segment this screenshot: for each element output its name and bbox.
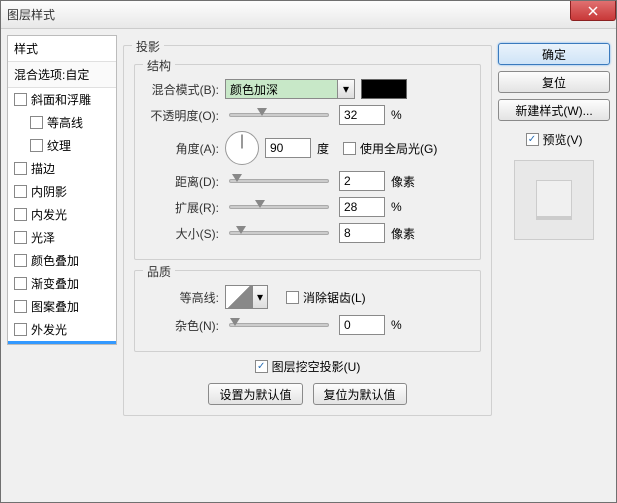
blend-mode-value: 颜色加深	[230, 81, 278, 98]
layer-style-dialog: 图层样式 样式 混合选项:自定 斜面和浮雕等高线纹理描边内阴影内发光光泽颜色叠加…	[0, 0, 617, 503]
opacity-label: 不透明度(O):	[145, 107, 219, 124]
style-item-label: 投影	[31, 344, 55, 345]
style-item-label: 内阴影	[31, 183, 67, 200]
style-item-checkbox[interactable]	[14, 231, 27, 244]
blend-mode-label: 混合模式(B):	[145, 81, 219, 98]
style-item-label: 光泽	[31, 229, 55, 246]
style-item-checkbox[interactable]	[30, 139, 43, 152]
opacity-unit: %	[391, 108, 421, 122]
spread-unit: %	[391, 200, 421, 214]
style-item-checkbox[interactable]	[14, 185, 27, 198]
distance-unit: 像素	[391, 173, 421, 190]
style-item-checkbox[interactable]	[14, 93, 27, 106]
preview-thumbnail	[514, 160, 594, 240]
reset-default-button[interactable]: 复位为默认值	[313, 383, 407, 405]
structure-legend: 结构	[143, 57, 175, 74]
noise-unit: %	[391, 318, 421, 332]
style-item-label: 图案叠加	[31, 298, 79, 315]
style-item-label: 斜面和浮雕	[31, 91, 91, 108]
style-item-11[interactable]: 投影	[8, 341, 116, 345]
style-item-checkbox[interactable]	[14, 300, 27, 313]
global-light-label: 使用全局光(G)	[360, 140, 437, 157]
style-item-label: 内发光	[31, 206, 67, 223]
style-item-label: 颜色叠加	[31, 252, 79, 269]
style-item-label: 纹理	[47, 137, 71, 154]
style-item-checkbox[interactable]	[14, 277, 27, 290]
window-title: 图层样式	[7, 6, 55, 23]
style-item-checkbox[interactable]	[14, 208, 27, 221]
quality-legend: 品质	[143, 263, 175, 280]
style-item-1[interactable]: 等高线	[8, 111, 116, 134]
style-item-checkbox[interactable]	[14, 323, 27, 336]
style-item-10[interactable]: 外发光	[8, 318, 116, 341]
blending-options-item[interactable]: 混合选项:自定	[8, 62, 116, 88]
new-style-button[interactable]: 新建样式(W)...	[498, 99, 610, 121]
distance-input[interactable]: 2	[339, 171, 385, 191]
style-list: 样式 混合选项:自定 斜面和浮雕等高线纹理描边内阴影内发光光泽颜色叠加渐变叠加图…	[7, 35, 117, 345]
quality-group: 品质 等高线: ▾ 消除锯齿(L) 杂色(N):	[134, 270, 481, 352]
spread-input[interactable]: 28	[339, 197, 385, 217]
distance-slider[interactable]	[229, 179, 329, 183]
contour-picker[interactable]	[225, 285, 253, 309]
chevron-down-icon: ▾	[337, 80, 354, 98]
style-item-label: 渐变叠加	[31, 275, 79, 292]
opacity-slider[interactable]	[229, 113, 329, 117]
chevron-down-icon[interactable]: ▾	[253, 285, 268, 309]
style-item-6[interactable]: 光泽	[8, 226, 116, 249]
style-item-0[interactable]: 斜面和浮雕	[8, 88, 116, 111]
titlebar: 图层样式	[1, 1, 616, 29]
knockout-label: 图层挖空投影(U)	[272, 358, 361, 375]
angle-unit: 度	[317, 140, 329, 157]
opacity-input[interactable]: 32	[339, 105, 385, 125]
make-default-button[interactable]: 设置为默认值	[208, 383, 302, 405]
shadow-color-swatch[interactable]	[361, 79, 407, 99]
antialias-label: 消除锯齿(L)	[303, 289, 366, 306]
angle-dial[interactable]	[225, 131, 259, 165]
style-item-label: 描边	[31, 160, 55, 177]
noise-input[interactable]: 0	[339, 315, 385, 335]
spread-label: 扩展(R):	[145, 199, 219, 216]
style-item-4[interactable]: 内阴影	[8, 180, 116, 203]
size-slider[interactable]	[229, 231, 329, 235]
main-panel-title: 投影	[132, 38, 164, 55]
style-item-8[interactable]: 渐变叠加	[8, 272, 116, 295]
angle-input[interactable]: 90	[265, 138, 311, 158]
style-item-checkbox[interactable]	[14, 162, 27, 175]
preview-checkbox[interactable]	[526, 133, 539, 146]
style-item-label: 外发光	[31, 321, 67, 338]
ok-button[interactable]: 确定	[498, 43, 610, 65]
style-item-3[interactable]: 描边	[8, 157, 116, 180]
contour-label: 等高线:	[145, 289, 219, 306]
style-item-2[interactable]: 纹理	[8, 134, 116, 157]
size-input[interactable]: 8	[339, 223, 385, 243]
knockout-checkbox[interactable]	[255, 360, 268, 373]
noise-slider[interactable]	[229, 323, 329, 327]
antialias-checkbox[interactable]	[286, 291, 299, 304]
size-unit: 像素	[391, 225, 421, 242]
cancel-button[interactable]: 复位	[498, 71, 610, 93]
preview-label: 预览(V)	[543, 131, 583, 148]
close-button[interactable]	[570, 1, 616, 21]
structure-group: 结构 混合模式(B): 颜色加深 ▾ 不透明度(O): 32 %	[134, 64, 481, 260]
style-list-header[interactable]: 样式	[8, 36, 116, 62]
style-item-label: 等高线	[47, 114, 83, 131]
noise-label: 杂色(N):	[145, 317, 219, 334]
distance-label: 距离(D):	[145, 173, 219, 190]
style-item-5[interactable]: 内发光	[8, 203, 116, 226]
global-light-checkbox[interactable]	[343, 142, 356, 155]
main-panel: 投影 结构 混合模式(B): 颜色加深 ▾ 不透明度(O):	[123, 45, 492, 416]
spread-slider[interactable]	[229, 205, 329, 209]
style-item-7[interactable]: 颜色叠加	[8, 249, 116, 272]
angle-label: 角度(A):	[145, 140, 219, 157]
style-item-checkbox[interactable]	[30, 116, 43, 129]
size-label: 大小(S):	[145, 225, 219, 242]
style-item-9[interactable]: 图案叠加	[8, 295, 116, 318]
preview-inner	[536, 180, 572, 220]
style-item-checkbox[interactable]	[14, 254, 27, 267]
close-icon	[588, 6, 598, 16]
blend-mode-combo[interactable]: 颜色加深 ▾	[225, 79, 355, 99]
